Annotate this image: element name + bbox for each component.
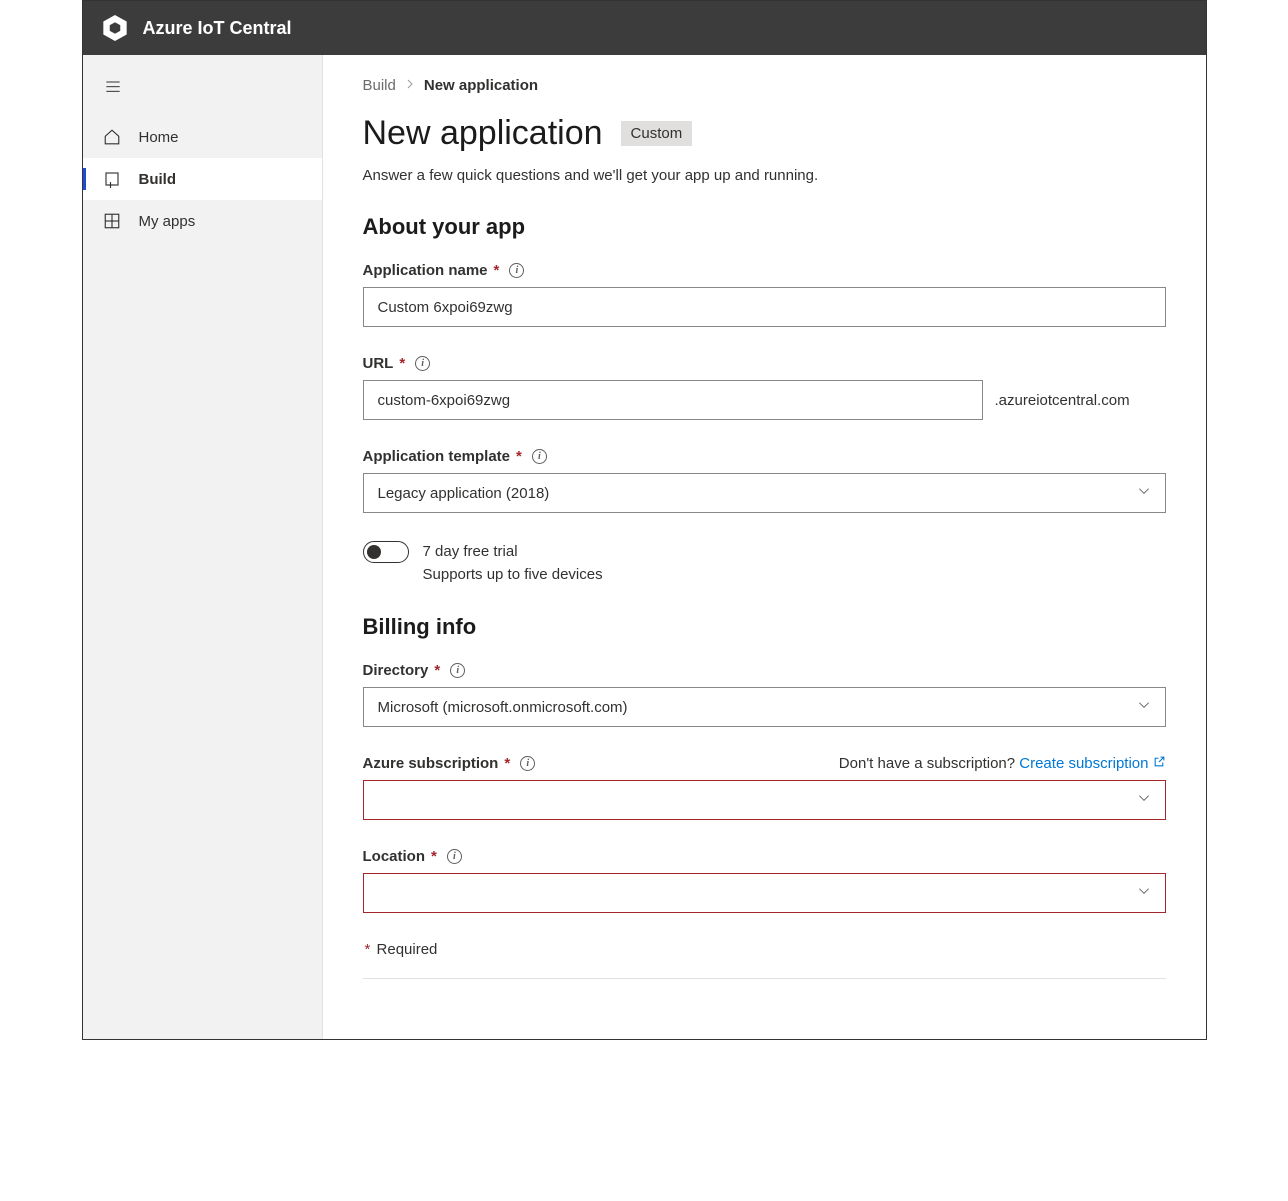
required-asterisk: * bbox=[516, 448, 522, 465]
required-asterisk: * bbox=[399, 355, 405, 372]
template-label: Application template bbox=[363, 448, 511, 465]
subscription-label: Azure subscription bbox=[363, 755, 499, 772]
sidebar-item-home[interactable]: Home bbox=[83, 116, 322, 158]
breadcrumb-parent[interactable]: Build bbox=[363, 77, 396, 94]
chevron-down-icon bbox=[1137, 791, 1151, 809]
info-icon[interactable]: i bbox=[509, 263, 524, 278]
sidebar-item-label: Build bbox=[139, 171, 177, 188]
external-link-icon bbox=[1153, 755, 1166, 772]
main-content: Build New application New application Cu… bbox=[323, 55, 1206, 1039]
create-subscription-link[interactable]: Create subscription bbox=[1019, 755, 1165, 772]
build-icon bbox=[103, 170, 121, 188]
required-asterisk: * bbox=[494, 262, 500, 279]
top-header: Azure IoT Central bbox=[83, 1, 1206, 55]
template-value: Legacy application (2018) bbox=[378, 485, 550, 502]
sidebar-item-label: My apps bbox=[139, 213, 196, 230]
chevron-right-icon bbox=[404, 77, 416, 94]
subscription-select[interactable] bbox=[363, 780, 1166, 820]
trial-title: 7 day free trial bbox=[423, 541, 603, 564]
directory-select[interactable]: Microsoft (microsoft.onmicrosoft.com) bbox=[363, 687, 1166, 727]
header-title: Azure IoT Central bbox=[143, 18, 292, 39]
about-section-title: About your app bbox=[363, 214, 1166, 240]
location-label: Location bbox=[363, 848, 426, 865]
toggle-knob bbox=[367, 545, 381, 559]
sidebar: Home Build My apps bbox=[83, 55, 323, 1039]
breadcrumb-current: New application bbox=[424, 77, 538, 94]
app-name-label: Application name bbox=[363, 262, 488, 279]
info-icon[interactable]: i bbox=[447, 849, 462, 864]
no-subscription-msg: Don't have a subscription? Create subscr… bbox=[839, 755, 1166, 772]
app-name-input[interactable] bbox=[363, 287, 1166, 327]
billing-section-title: Billing info bbox=[363, 614, 1166, 640]
info-icon[interactable]: i bbox=[520, 756, 535, 771]
info-icon[interactable]: i bbox=[415, 356, 430, 371]
divider bbox=[363, 978, 1166, 979]
breadcrumb: Build New application bbox=[363, 77, 1166, 94]
chevron-down-icon bbox=[1137, 884, 1151, 902]
home-icon bbox=[103, 128, 121, 146]
grid-icon bbox=[103, 212, 121, 230]
logo-icon bbox=[101, 14, 129, 42]
required-asterisk: * bbox=[431, 848, 437, 865]
required-asterisk: * bbox=[434, 662, 440, 679]
required-note: * Required bbox=[363, 941, 1166, 958]
hamburger-menu-button[interactable] bbox=[83, 65, 322, 116]
sidebar-item-myapps[interactable]: My apps bbox=[83, 200, 322, 242]
directory-value: Microsoft (microsoft.onmicrosoft.com) bbox=[378, 699, 628, 716]
location-select[interactable] bbox=[363, 873, 1166, 913]
info-icon[interactable]: i bbox=[532, 449, 547, 464]
chevron-down-icon bbox=[1137, 698, 1151, 716]
info-icon[interactable]: i bbox=[450, 663, 465, 678]
trial-sub: Supports up to five devices bbox=[423, 564, 603, 587]
template-select[interactable]: Legacy application (2018) bbox=[363, 473, 1166, 513]
page-subtitle: Answer a few quick questions and we'll g… bbox=[363, 167, 1166, 184]
sidebar-item-label: Home bbox=[139, 129, 179, 146]
url-label: URL bbox=[363, 355, 394, 372]
template-badge: Custom bbox=[621, 121, 693, 146]
page-title: New application bbox=[363, 114, 603, 153]
chevron-down-icon bbox=[1137, 484, 1151, 502]
sidebar-item-build[interactable]: Build bbox=[83, 158, 322, 200]
required-asterisk: * bbox=[504, 755, 510, 772]
trial-toggle[interactable] bbox=[363, 541, 409, 563]
url-suffix: .azureiotcentral.com bbox=[995, 392, 1130, 409]
directory-label: Directory bbox=[363, 662, 429, 679]
url-input[interactable] bbox=[363, 380, 983, 420]
